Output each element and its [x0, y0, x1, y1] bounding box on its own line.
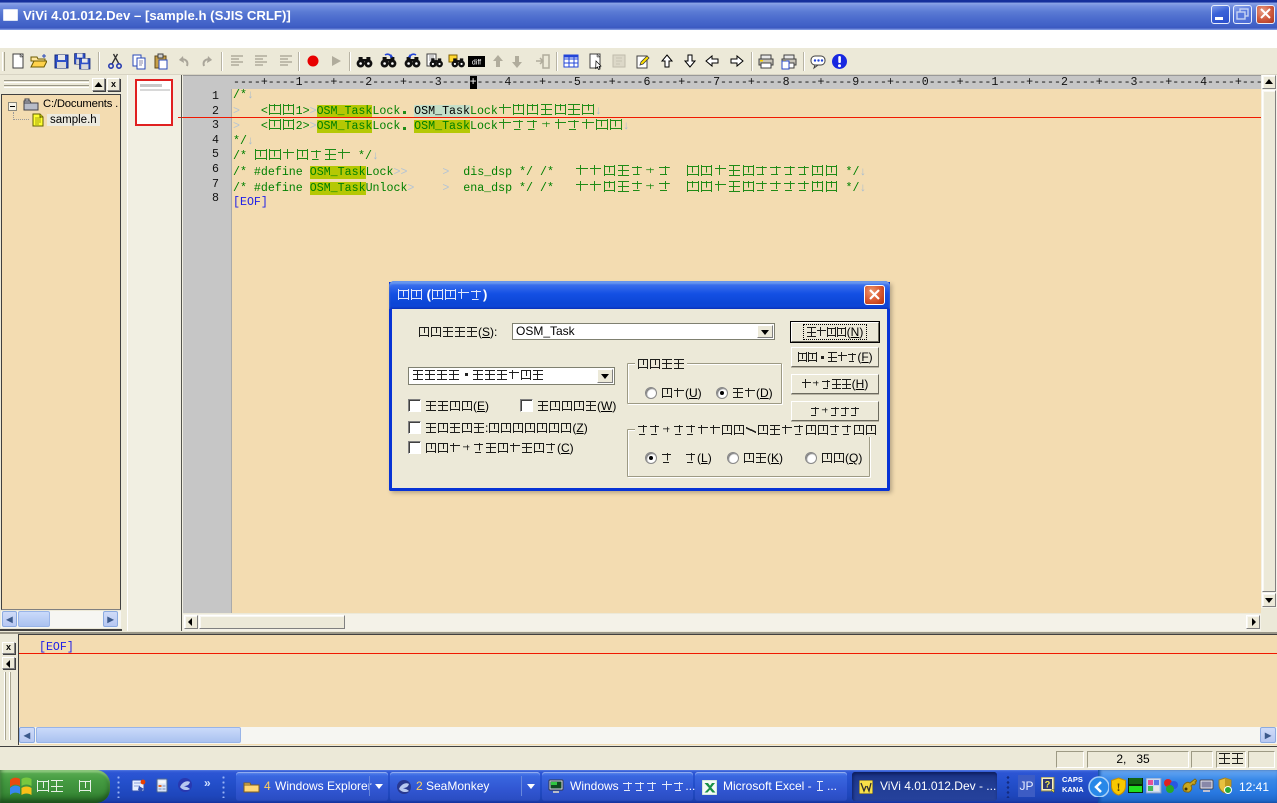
svg-text:diff: diff — [472, 60, 481, 67]
svg-text:!: ! — [1117, 780, 1121, 794]
svg-text:?: ? — [1045, 780, 1051, 790]
